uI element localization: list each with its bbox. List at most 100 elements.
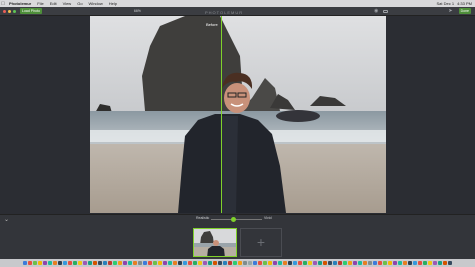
dock-app-icon[interactable] [243, 261, 247, 265]
dock-app-icon[interactable] [168, 261, 172, 265]
dock-app-icon[interactable] [143, 261, 147, 265]
dock-app-icon[interactable] [23, 261, 27, 265]
dock-app-icon[interactable] [328, 261, 332, 265]
dock-app-icon[interactable] [98, 261, 102, 265]
dock-app-icon[interactable] [33, 261, 37, 265]
dock-app-icon[interactable] [78, 261, 82, 265]
dock-app-icon[interactable] [113, 261, 117, 265]
close-window-button[interactable] [3, 9, 6, 13]
dock-app-icon[interactable] [193, 261, 197, 265]
dock-app-icon[interactable] [123, 261, 127, 265]
dock-app-icon[interactable] [348, 261, 352, 265]
dock-app-icon[interactable] [73, 261, 77, 265]
dock-app-icon[interactable] [173, 261, 177, 265]
eye-icon[interactable]: ◉ [374, 8, 378, 14]
before-after-split-handle[interactable] [221, 16, 222, 213]
dock-app-icon[interactable] [218, 261, 222, 265]
dock-app-icon[interactable] [93, 261, 97, 265]
dock-app-icon[interactable] [388, 261, 392, 265]
minimize-window-button[interactable] [8, 9, 11, 13]
photo-thumbnail[interactable] [193, 228, 237, 257]
dock-app-icon[interactable] [403, 261, 407, 265]
dock-app-icon[interactable] [158, 261, 162, 265]
dock-app-icon[interactable] [108, 261, 112, 265]
dock-app-icon[interactable] [103, 261, 107, 265]
dock-app-icon[interactable] [63, 261, 67, 265]
menu-view[interactable]: View [60, 1, 75, 6]
add-photo-tile[interactable]: + [240, 228, 282, 257]
dock-app-icon[interactable] [353, 261, 357, 265]
dock-app-icon[interactable] [198, 261, 202, 265]
dock-app-icon[interactable] [273, 261, 277, 265]
dock-app-icon[interactable] [338, 261, 342, 265]
dock-app-icon[interactable] [213, 261, 217, 265]
dock-app-icon[interactable] [148, 261, 152, 265]
dock-app-icon[interactable] [378, 261, 382, 265]
dock-app-icon[interactable] [248, 261, 252, 265]
dock-app-icon[interactable] [43, 261, 47, 265]
dock-app-icon[interactable] [303, 261, 307, 265]
dock-app-icon[interactable] [308, 261, 312, 265]
dock-app-icon[interactable] [118, 261, 122, 265]
dock-app-icon[interactable] [263, 261, 267, 265]
dock-app-icon[interactable] [393, 261, 397, 265]
menu-app-name[interactable]: Photolemur [6, 1, 34, 6]
dock-app-icon[interactable] [368, 261, 372, 265]
dock-app-icon[interactable] [258, 261, 262, 265]
dock-app-icon[interactable] [293, 261, 297, 265]
photo-preview[interactable] [90, 16, 386, 213]
dock-app-icon[interactable] [183, 261, 187, 265]
dock-app-icon[interactable] [138, 261, 142, 265]
dock-app-icon[interactable] [268, 261, 272, 265]
dock-app-icon[interactable] [313, 261, 317, 265]
dock-app-icon[interactable] [418, 261, 422, 265]
done-button[interactable]: Done [458, 8, 471, 14]
zoom-window-button[interactable] [13, 9, 16, 13]
dock-app-icon[interactable] [288, 261, 292, 265]
dock-app-icon[interactable] [38, 261, 42, 265]
menu-go[interactable]: Go [74, 1, 85, 6]
dock-app-icon[interactable] [133, 261, 137, 265]
dock-app-icon[interactable] [203, 261, 207, 265]
dock-app-icon[interactable] [278, 261, 282, 265]
dock-app-icon[interactable] [28, 261, 32, 265]
dock-app-icon[interactable] [283, 261, 287, 265]
dock-app-icon[interactable] [88, 261, 92, 265]
style-slider-track[interactable] [211, 218, 262, 220]
chevron-down-icon[interactable]: ⌄ [4, 216, 9, 223]
dock-app-icon[interactable] [318, 261, 322, 265]
dock-app-icon[interactable] [153, 261, 157, 265]
dock-app-icon[interactable] [223, 261, 227, 265]
dock-app-icon[interactable] [333, 261, 337, 265]
zoom-level[interactable]: 66% [134, 9, 141, 13]
dock-app-icon[interactable] [363, 261, 367, 265]
dock-app-icon[interactable] [208, 261, 212, 265]
dock-app-icon[interactable] [238, 261, 242, 265]
menu-window[interactable]: Window [86, 1, 106, 6]
dock-app-icon[interactable] [358, 261, 362, 265]
dock-app-icon[interactable] [413, 261, 417, 265]
dock-app-icon[interactable] [398, 261, 402, 265]
dock-app-icon[interactable] [423, 261, 427, 265]
dock-app-icon[interactable] [58, 261, 62, 265]
dock-app-icon[interactable] [428, 261, 432, 265]
share-icon[interactable]: ➤ [448, 8, 452, 14]
dock-app-icon[interactable] [438, 261, 442, 265]
menu-file[interactable]: File [34, 1, 46, 6]
dock-app-icon[interactable] [128, 261, 132, 265]
dock-app-icon[interactable] [163, 261, 167, 265]
dock-app-icon[interactable] [373, 261, 377, 265]
dock-app-icon[interactable] [188, 261, 192, 265]
dock-app-icon[interactable] [408, 261, 412, 265]
dock-app-icon[interactable] [253, 261, 257, 265]
dock-app-icon[interactable] [53, 261, 57, 265]
dock-app-icon[interactable] [178, 261, 182, 265]
dock-app-icon[interactable] [233, 261, 237, 265]
dock-app-icon[interactable] [68, 261, 72, 265]
dock-app-icon[interactable] [48, 261, 52, 265]
dock-app-icon[interactable] [443, 261, 447, 265]
dock-app-icon[interactable] [343, 261, 347, 265]
dock-app-icon[interactable] [228, 261, 232, 265]
dock-app-icon[interactable] [433, 261, 437, 265]
menu-edit[interactable]: Edit [47, 1, 60, 6]
